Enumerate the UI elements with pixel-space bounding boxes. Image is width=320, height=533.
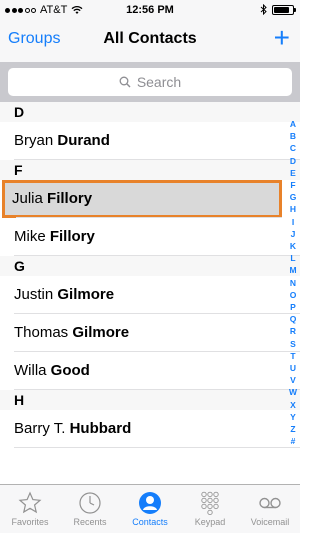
contact-last-name: Gilmore <box>57 286 115 303</box>
contact-row[interactable]: Julia Fillory <box>2 180 282 218</box>
status-right <box>260 4 296 15</box>
index-letter[interactable]: C <box>290 142 296 154</box>
tab-voicemail[interactable]: Voicemail <box>240 485 300 533</box>
index-letter[interactable]: K <box>290 240 296 252</box>
search-bar: Search <box>0 62 300 102</box>
tab-label: Recents <box>73 517 107 527</box>
clock-icon <box>79 492 101 514</box>
contact-first-name: Willa <box>14 362 51 379</box>
index-letter[interactable]: Y <box>290 411 296 423</box>
contact-last-name: Fillory <box>49 228 95 245</box>
tab-label: Contacts <box>132 517 168 527</box>
section-header-g: G <box>0 256 300 276</box>
contact-list: D Bryan Durand F Julia Fillory Mike Fillory G… <box>0 102 300 508</box>
index-letter[interactable]: S <box>290 338 296 350</box>
index-letter[interactable]: A <box>290 118 296 130</box>
star-icon <box>18 491 42 514</box>
contact-first-name: Mike <box>14 228 50 245</box>
voicemail-icon <box>259 497 281 509</box>
index-letter[interactable]: X <box>290 399 296 411</box>
index-letter[interactable]: N <box>290 277 296 289</box>
index-letter[interactable]: P <box>290 301 296 313</box>
index-letter[interactable]: T <box>290 350 295 362</box>
contact-row[interactable]: Thomas Gilmore <box>0 314 300 352</box>
section-header-d: D <box>0 102 300 122</box>
contact-row[interactable]: Bryan Durand <box>0 122 300 160</box>
index-letter[interactable]: H <box>290 203 296 215</box>
search-input[interactable]: Search <box>8 68 292 96</box>
contact-row[interactable]: Willa Good <box>0 352 300 390</box>
index-letter[interactable]: F <box>290 179 295 191</box>
contact-row[interactable]: Mike Fillory <box>0 218 300 256</box>
tab-bar: Favorites Recents Contacts Keypad Voicemail <box>0 484 300 533</box>
index-letter[interactable]: L <box>290 252 295 264</box>
index-letter[interactable]: E <box>290 167 296 179</box>
index-letter[interactable]: R <box>290 325 296 337</box>
person-icon <box>139 492 161 514</box>
status-time: 12:56 PM <box>126 4 174 16</box>
index-letter[interactable]: G <box>290 191 297 203</box>
tab-contacts[interactable]: Contacts <box>120 485 180 533</box>
groups-button[interactable]: Groups <box>8 30 60 48</box>
contact-last-name: Gilmore <box>72 324 130 341</box>
index-letter[interactable]: M <box>289 264 296 276</box>
tab-label: Keypad <box>194 517 226 527</box>
index-letter[interactable]: V <box>290 374 296 386</box>
tab-label: Favorites <box>11 517 49 527</box>
contact-last-name: Hubbard <box>69 420 132 437</box>
index-letter[interactable]: B <box>290 130 296 142</box>
contact-row[interactable]: Justin Gilmore <box>0 276 300 314</box>
status-bar: AT&T 12:56 PM <box>0 0 300 20</box>
index-letter[interactable]: O <box>290 289 297 301</box>
contact-last-name: Durand <box>57 132 110 149</box>
contact-first-name: Barry T. <box>14 420 70 437</box>
contact-first-name: Bryan <box>14 132 58 149</box>
section-header-h: H <box>0 390 300 410</box>
alphabet-index[interactable]: A B C D E F G H I J K L M N O P Q R S T U V W X Y Z # <box>288 118 298 447</box>
keypad-icon <box>201 491 219 515</box>
index-letter[interactable]: # <box>291 435 296 447</box>
contact-first-name: Julia <box>12 190 48 207</box>
tab-label: Voicemail <box>250 517 290 527</box>
index-letter[interactable]: Z <box>290 423 295 435</box>
battery-icon <box>272 4 296 15</box>
index-letter[interactable]: W <box>289 386 297 398</box>
contact-last-name: Fillory <box>47 190 93 207</box>
index-letter[interactable]: I <box>292 216 294 228</box>
contact-first-name: Thomas <box>14 324 73 341</box>
index-letter[interactable]: D <box>290 155 296 167</box>
tab-keypad[interactable]: Keypad <box>180 485 240 533</box>
search-icon <box>119 76 131 88</box>
index-letter[interactable]: Q <box>290 313 297 325</box>
navigation-bar: Groups All Contacts + <box>0 20 300 62</box>
index-letter[interactable]: U <box>290 362 296 374</box>
tab-recents[interactable]: Recents <box>60 485 120 533</box>
add-contact-button[interactable]: + <box>274 24 290 52</box>
index-letter[interactable]: J <box>291 228 296 240</box>
contact-last-name: Good <box>50 362 90 379</box>
bluetooth-icon <box>260 4 267 15</box>
contact-first-name: Justin <box>14 286 58 303</box>
contact-row[interactable]: Barry T. Hubbard <box>0 410 300 448</box>
section-header-f: F <box>0 160 300 180</box>
search-placeholder: Search <box>136 74 182 90</box>
tab-favorites[interactable]: Favorites <box>0 485 60 533</box>
